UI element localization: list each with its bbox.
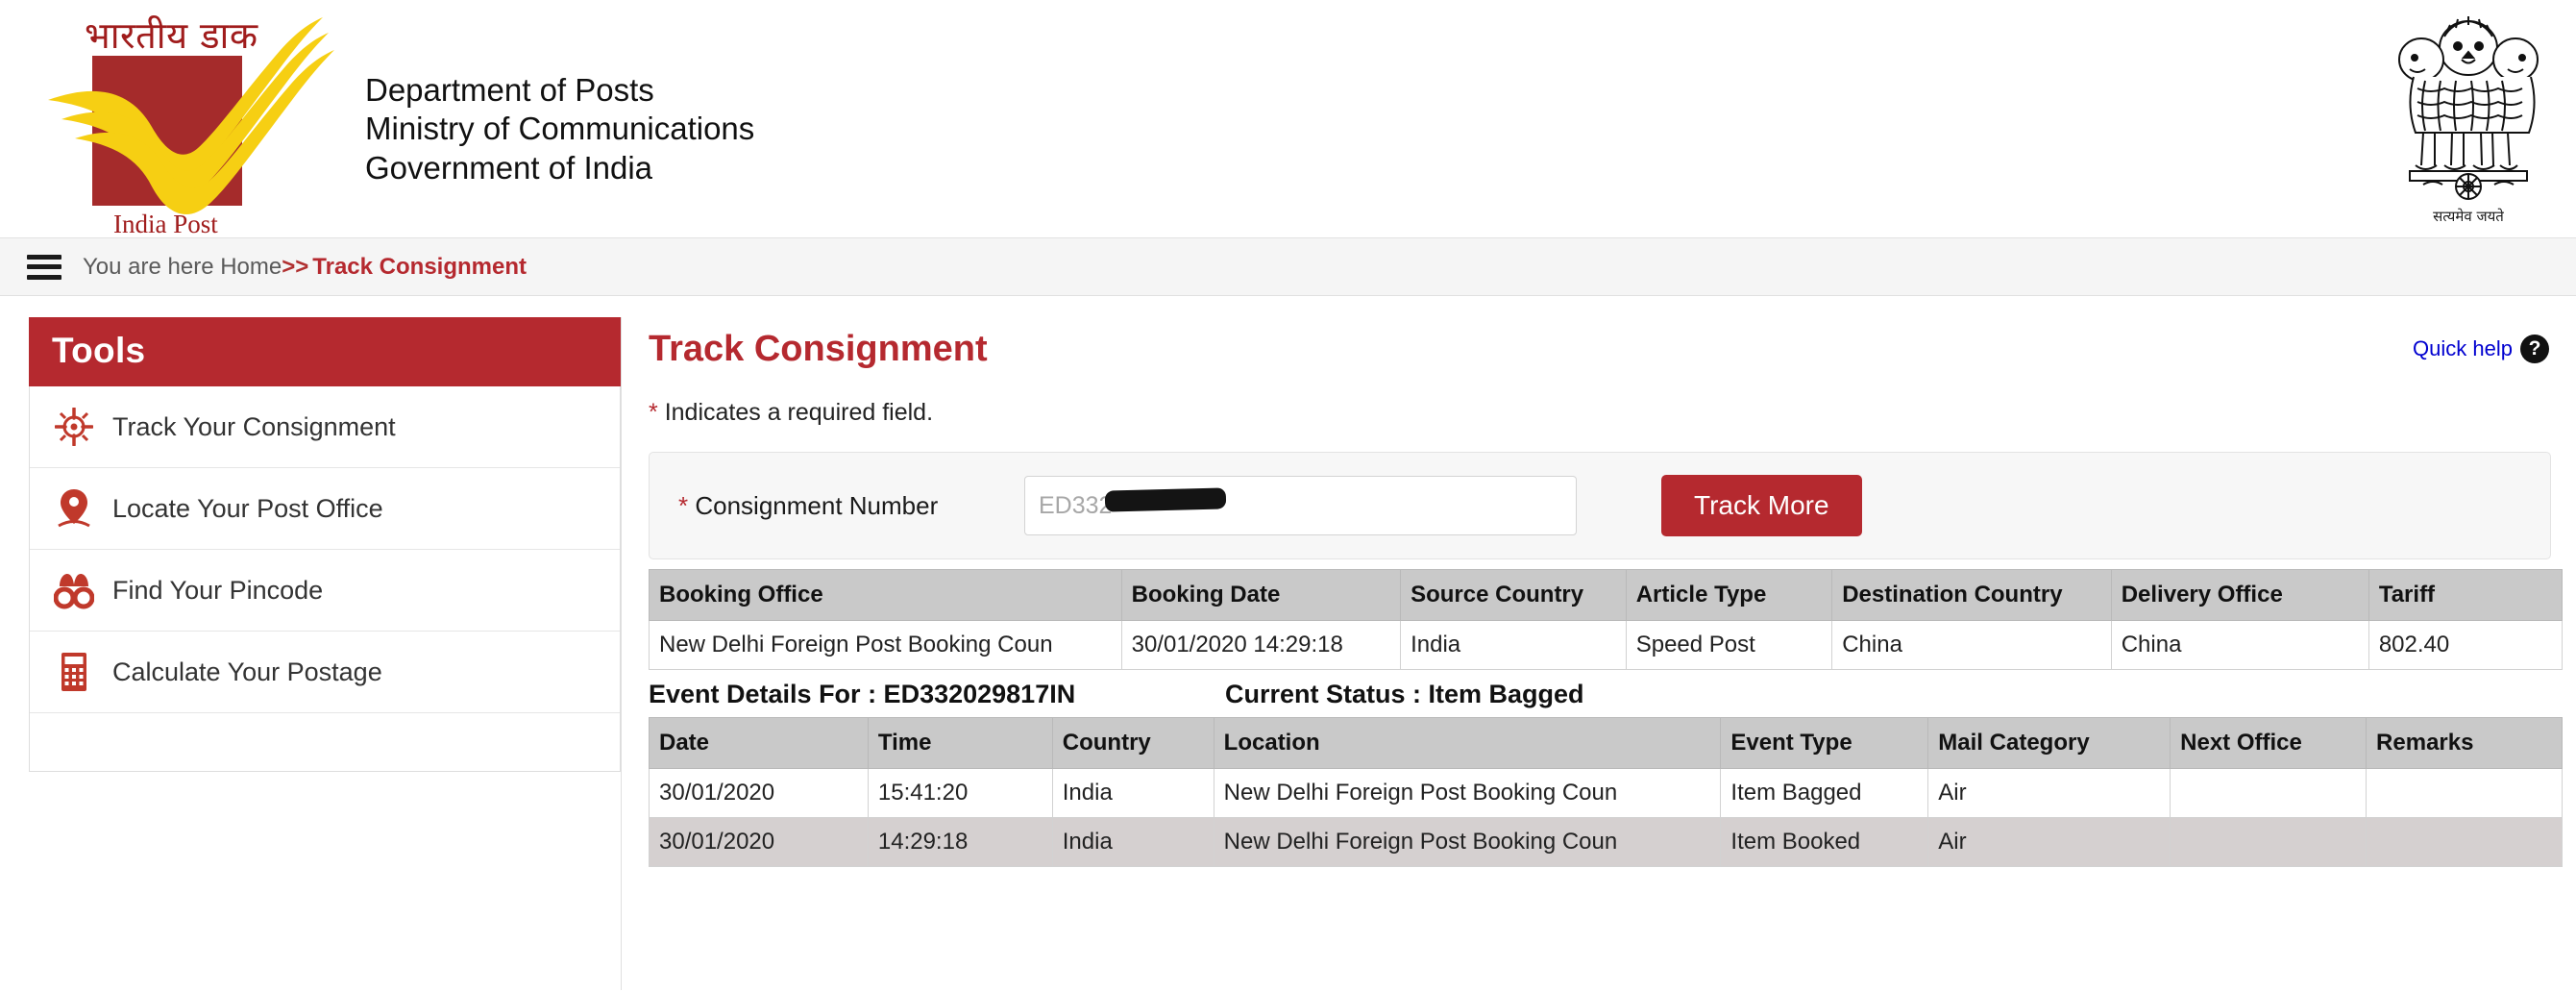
table-header-row: Booking Office Booking Date Source Count…: [649, 569, 2564, 621]
breadcrumb-home-link[interactable]: You are here Home: [83, 254, 282, 280]
table-cell: 15:41:20: [867, 768, 1053, 818]
table-cell: 30/01/2020: [649, 817, 869, 867]
emblem-caption: सत्यमेव जयते: [2433, 208, 2504, 225]
table-cell: 30/01/2020 14:29:18: [1120, 620, 1402, 670]
table-cell: Item Booked: [1720, 817, 1929, 867]
track-more-button[interactable]: Track More: [1661, 475, 1862, 536]
sidebar-item-label: Calculate Your Postage: [112, 657, 382, 686]
required-note-text: Indicates a required field.: [664, 399, 934, 426]
table-cell: New Delhi Foreign Post Booking Coun: [1213, 817, 1722, 867]
site-header: भारतीय डाक India Post Department of Post…: [0, 0, 2576, 238]
column-header: Next Office: [2170, 717, 2367, 769]
sidebar-item-find-your-pincode[interactable]: Find Your Pincode: [30, 550, 620, 632]
dept-line-3: Government of India: [365, 149, 652, 186]
dept-line-2: Ministry of Communications: [365, 111, 755, 147]
consignment-input-wrap: [1024, 476, 1577, 535]
sidebar-item-calculate-your-postage[interactable]: Calculate Your Postage: [30, 632, 620, 713]
hamburger-icon[interactable]: [27, 254, 61, 280]
column-header: Delivery Office: [2110, 569, 2369, 621]
tracking-form: * Consignment Number Track More: [649, 452, 2551, 559]
breadcrumb: You are here Home>> Track Consignment: [83, 254, 527, 281]
table-cell: India: [1400, 620, 1627, 670]
required-field-note: * Indicates a required field.: [635, 370, 2564, 427]
breadcrumb-separator: >>: [282, 253, 309, 280]
national-emblem: सत्यमेव जयते: [2382, 4, 2555, 235]
quick-help[interactable]: Quick help ?: [2413, 335, 2549, 363]
event-details-heading: Event Details For : ED332029817IN Curren…: [649, 680, 2551, 709]
table-cell: Speed Post: [1625, 620, 1833, 670]
table-cell: Air: [1927, 768, 2171, 818]
current-status: Current Status : Item Bagged: [1225, 680, 1584, 708]
table-cell: [2366, 768, 2563, 818]
table-cell: 30/01/2020: [649, 768, 869, 818]
table-cell: [2170, 768, 2367, 818]
page-title: Track Consignment: [649, 329, 988, 369]
breadcrumb-current: Track Consignment: [312, 253, 527, 280]
column-header: Event Type: [1720, 717, 1929, 769]
tools-sidebar: Tools Track Your Consignment Locate Your…: [29, 317, 621, 772]
sidebar-title: Tools: [29, 317, 621, 386]
table-cell: [2366, 817, 2563, 867]
ashoka-lion-capital-icon: [2397, 16, 2539, 200]
calculator-icon: [53, 651, 95, 693]
column-header: Remarks: [2366, 717, 2563, 769]
consignment-number-label: * Consignment Number: [678, 491, 1024, 521]
table-cell: [2170, 817, 2367, 867]
sidebar-item-label: Track Your Consignment: [112, 411, 396, 441]
column-header: Time: [867, 717, 1053, 769]
required-star: *: [649, 399, 658, 426]
department-title: Department of Posts Ministry of Communic…: [365, 71, 754, 187]
table-cell: India: [1051, 817, 1214, 867]
required-star: *: [678, 490, 689, 520]
page-body: Tools Track Your Consignment Locate Your…: [0, 296, 2576, 990]
table-cell: Item Bagged: [1720, 768, 1929, 818]
table-cell: Air: [1927, 817, 2171, 867]
logo-caption: India Post: [113, 210, 218, 238]
booking-details-table: Booking Office Booking Date Source Count…: [649, 569, 2564, 670]
column-header: Mail Category: [1927, 717, 2171, 769]
column-header: Booking Office: [649, 569, 1122, 621]
table-cell: New Delhi Foreign Post Booking Coun: [1213, 768, 1722, 818]
logo-swoosh-icon: [48, 17, 334, 215]
binoculars-icon: [53, 569, 95, 611]
table-cell: India: [1051, 768, 1214, 818]
consignment-number-label-text: Consignment Number: [695, 490, 939, 520]
dept-line-1: Department of Posts: [365, 72, 654, 108]
question-mark-circle-icon[interactable]: ?: [2520, 335, 2549, 363]
column-header: Country: [1051, 717, 1214, 769]
column-header: Location: [1213, 717, 1722, 769]
breadcrumb-bar: You are here Home>> Track Consignment: [0, 238, 2576, 296]
table-cell: New Delhi Foreign Post Booking Coun: [649, 620, 1122, 670]
quick-help-link[interactable]: Quick help: [2413, 336, 2513, 361]
india-post-logo[interactable]: भारतीय डाक India Post Department of Post…: [38, 8, 754, 238]
column-header: Booking Date: [1120, 569, 1402, 621]
column-header: Source Country: [1400, 569, 1627, 621]
column-header: Article Type: [1625, 569, 1833, 621]
crosshair-target-icon: [53, 406, 95, 448]
table-row: 30/01/2020 14:29:18 India New Delhi Fore…: [649, 817, 2563, 867]
sidebar-item-label: Find Your Pincode: [112, 575, 324, 605]
sidebar-filler: [30, 713, 620, 771]
event-details-title: Event Details For : ED332029817IN: [649, 680, 1076, 708]
table-cell: China: [1831, 620, 2112, 670]
sidebar-item-track-your-consignment[interactable]: Track Your Consignment: [30, 386, 620, 468]
table-row: 30/01/2020 15:41:20 India New Delhi Fore…: [649, 768, 2563, 818]
sidebar-item-label: Locate Your Post Office: [112, 493, 383, 523]
table-cell: China: [2110, 620, 2369, 670]
event-details-table: Date Time Country Location Event Type Ma…: [649, 717, 2563, 867]
consignment-number-input[interactable]: [1024, 476, 1577, 535]
sidebar-item-locate-your-post-office[interactable]: Locate Your Post Office: [30, 468, 620, 550]
logo-mark: भारतीय डाक India Post: [38, 8, 356, 238]
main-content: Quick help ? Track Consignment * Indicat…: [621, 317, 2576, 990]
table-cell: 802.40: [2367, 620, 2564, 670]
map-pin-icon: [53, 487, 95, 530]
column-header: Destination Country: [1831, 569, 2112, 621]
table-cell: 14:29:18: [867, 817, 1053, 867]
table-header-row: Date Time Country Location Event Type Ma…: [649, 717, 2563, 769]
sidebar-card: Track Your Consignment Locate Your Post …: [29, 386, 621, 772]
table-row: New Delhi Foreign Post Booking Coun 30/0…: [649, 620, 2564, 670]
column-header: Date: [649, 717, 869, 769]
column-header: Tariff: [2367, 569, 2564, 621]
